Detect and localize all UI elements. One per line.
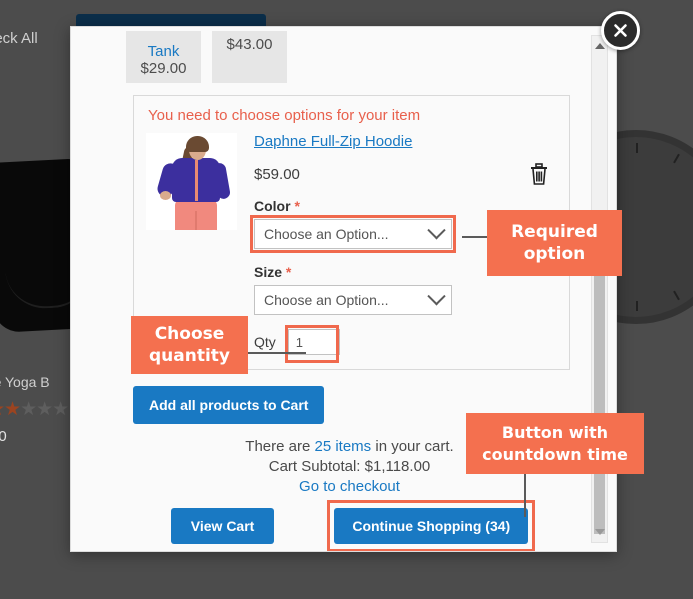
chevron-down-icon — [427, 286, 446, 305]
close-icon[interactable] — [601, 11, 640, 50]
size-select[interactable]: Choose an Option... — [254, 285, 452, 315]
callout-leader-line — [524, 472, 526, 517]
option-label-text: Color — [254, 198, 291, 214]
color-select-value: Choose an Option... — [264, 226, 389, 242]
callout-choose-quantity: Choose quantity — [131, 316, 248, 374]
required-asterisk: * — [285, 264, 292, 280]
product-tile[interactable]: $43.00 — [212, 31, 287, 83]
continue-shopping-button[interactable]: Continue Shopping (34) — [334, 508, 529, 544]
product-tile[interactable]: Tank $29.00 — [126, 31, 201, 83]
color-select[interactable]: Choose an Option... — [250, 215, 456, 253]
options-warning-message: You need to choose options for your item — [148, 107, 421, 124]
product-name-link[interactable]: Daphne Full-Zip Hoodie — [254, 133, 412, 150]
go-to-checkout-link[interactable]: Go to checkout — [299, 478, 400, 495]
qty-label: Qty — [254, 334, 276, 350]
option-label-text: Size — [254, 264, 283, 280]
callout-required-option: Required option — [487, 210, 622, 276]
product-tiles-row: Tank $29.00 $43.00 — [71, 27, 582, 83]
modal-footer-buttons: View Cart Continue Shopping (34) — [117, 500, 582, 551]
callout-countdown-button: Button with countdown time — [466, 413, 644, 474]
background-product-price: 00 — [0, 428, 7, 445]
add-all-products-button[interactable]: Add all products to Cart — [133, 386, 325, 424]
required-asterisk: * — [294, 198, 300, 214]
product-price: $59.00 — [254, 166, 300, 183]
cart-items-link[interactable]: 25 items — [314, 438, 371, 455]
product-tile-price: $43.00 — [226, 36, 273, 53]
background-product-name[interactable]: age Yoga B — [0, 374, 50, 390]
product-tile-name[interactable]: Tank — [148, 44, 180, 59]
triangle-down-icon[interactable] — [592, 524, 607, 540]
stars-empty: ★★★ — [20, 399, 69, 420]
size-select-value: Choose an Option... — [264, 292, 389, 308]
chevron-down-icon — [427, 220, 446, 239]
cart-items-pre: There are — [245, 438, 315, 455]
callout-leader-line — [246, 352, 306, 354]
product-thumbnail[interactable] — [146, 133, 237, 230]
view-cart-button[interactable]: View Cart — [170, 508, 275, 544]
check-all-label[interactable]: heck All — [0, 30, 38, 47]
trash-icon[interactable] — [529, 163, 549, 185]
stars-filled: ★★ — [0, 399, 21, 420]
callout-leader-line — [462, 236, 490, 238]
background-rating-stars: ★★★★★ — [0, 398, 69, 421]
product-tile-price: $29.00 — [140, 60, 187, 77]
cart-items-post: in your cart. — [371, 438, 454, 455]
